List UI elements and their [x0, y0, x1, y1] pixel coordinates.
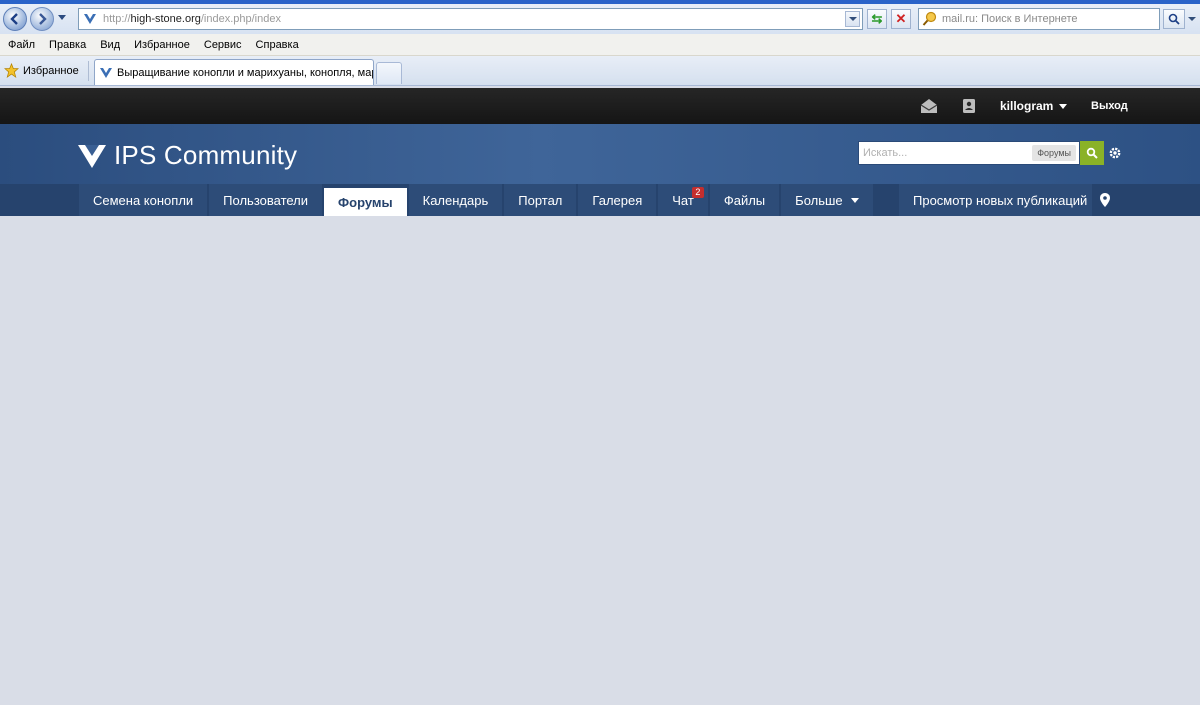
browser-search-button[interactable]: [1163, 9, 1185, 29]
nav-tab-label: Галерея: [592, 192, 643, 208]
search-provider-icon: [922, 11, 937, 26]
gear-icon[interactable]: [1108, 146, 1122, 160]
browser-tab-active[interactable]: Выращивание конопли и марихуаны, конопля…: [94, 59, 374, 85]
nav-tab-label: Пользователи: [223, 192, 309, 208]
chevron-down-icon: [1059, 103, 1068, 109]
map-pin-icon: [1100, 193, 1110, 207]
address-dropdown-button[interactable]: [845, 11, 860, 27]
nav-tab-files[interactable]: Файлы: [709, 184, 780, 216]
browser-search-input[interactable]: mail.ru: Поиск в Интернете: [918, 8, 1160, 30]
ips-logo-icon: [78, 144, 106, 168]
chevron-down-icon: [850, 197, 859, 203]
site-favicon-icon: [100, 67, 112, 78]
menu-file[interactable]: Файл: [8, 39, 35, 51]
chat-count-badge: 2: [691, 187, 704, 198]
menu-tools[interactable]: Сервис: [204, 39, 242, 51]
tab-title: Выращивание конопли и марихуаны, конопля…: [117, 66, 373, 79]
nav-tab-label: Портал: [518, 192, 563, 208]
envelope-icon[interactable]: [920, 98, 938, 114]
nav-tab-label: Больше: [795, 192, 843, 208]
address-bar[interactable]: http://high-stone.org/index.php/index: [78, 8, 863, 30]
location-button[interactable]: [1092, 184, 1118, 216]
close-icon: ✕: [895, 11, 907, 26]
refresh-button[interactable]: ⇆: [867, 9, 887, 29]
menu-edit[interactable]: Правка: [49, 39, 86, 51]
search-options-dropdown[interactable]: [1188, 17, 1196, 21]
new-tab-button[interactable]: [376, 62, 402, 84]
browser-search-placeholder: mail.ru: Поиск в Интернете: [942, 13, 1078, 25]
user-bar: killogram Выход: [0, 88, 1200, 124]
nav-tab-more[interactable]: Больше: [781, 184, 873, 216]
menu-view[interactable]: Вид: [100, 39, 120, 51]
nav-tabs: Семена конопли Пользователи Форумы Кален…: [79, 184, 875, 216]
site-search-placeholder: Искать...: [863, 147, 908, 159]
address-url[interactable]: http://high-stone.org/index.php/index: [103, 13, 281, 25]
tab-bar: Избранное Выращивание конопли и марихуан…: [0, 56, 1200, 86]
stop-button[interactable]: ✕: [891, 9, 911, 29]
search-icon: [1086, 147, 1098, 159]
nav-tab-chat[interactable]: Чат 2: [658, 184, 708, 216]
nav-tab-label: Форумы: [338, 194, 393, 210]
toolbar-divider: [88, 61, 89, 81]
page-content: [0, 216, 1200, 705]
arrow-left-icon: [10, 13, 18, 25]
primary-nav: Семена конопли Пользователи Форумы Кален…: [0, 184, 1200, 216]
arrow-right-icon: [39, 13, 47, 25]
nav-tab-gallery[interactable]: Галерея: [578, 184, 657, 216]
nav-tab-label: Календарь: [422, 192, 489, 208]
site-favicon-icon: [84, 14, 96, 24]
signout-link[interactable]: Выход: [1091, 100, 1128, 112]
username: killogram: [1000, 99, 1054, 113]
notifications-icon[interactable]: [960, 98, 978, 114]
nav-tab-forums[interactable]: Форумы: [324, 188, 407, 216]
nav-tab-seeds[interactable]: Семена конопли: [79, 184, 208, 216]
nav-tab-portal[interactable]: Портал: [504, 184, 577, 216]
menu-help[interactable]: Справка: [256, 39, 299, 51]
nav-tab-members[interactable]: Пользователи: [209, 184, 323, 216]
refresh-icon: ⇆: [871, 11, 883, 26]
star-icon: [4, 63, 19, 78]
back-button[interactable]: [3, 7, 27, 31]
forward-button[interactable]: [30, 7, 54, 31]
user-menu[interactable]: killogram: [1000, 99, 1068, 113]
search-icon: [1168, 13, 1180, 25]
recent-pages-dropdown[interactable]: [58, 15, 66, 20]
menu-bar: Файл Правка Вид Избранное Сервис Справка: [0, 34, 1200, 56]
nav-tab-label: Чат: [672, 192, 694, 208]
site-name: IPS Community: [114, 140, 298, 170]
nav-tab-calendar[interactable]: Календарь: [408, 184, 503, 216]
favorites-label: Избранное: [23, 64, 79, 77]
site-search-input[interactable]: Искать... Форумы: [858, 141, 1080, 165]
favorites-button[interactable]: Избранное: [4, 63, 79, 78]
menu-favorites[interactable]: Избранное: [134, 39, 190, 51]
nav-tab-label: Семена конопли: [93, 192, 194, 208]
view-new-content-link[interactable]: Просмотр новых публикаций: [899, 184, 1102, 216]
search-scope-selector[interactable]: Форумы: [1032, 145, 1076, 161]
site-logo[interactable]: IPS Community: [78, 140, 297, 171]
view-new-content-label: Просмотр новых публикаций: [913, 192, 1088, 208]
nav-tab-label: Файлы: [723, 192, 766, 208]
address-toolbar: http://high-stone.org/index.php/index ⇆ …: [0, 4, 1200, 34]
site-search-button[interactable]: [1080, 141, 1104, 165]
